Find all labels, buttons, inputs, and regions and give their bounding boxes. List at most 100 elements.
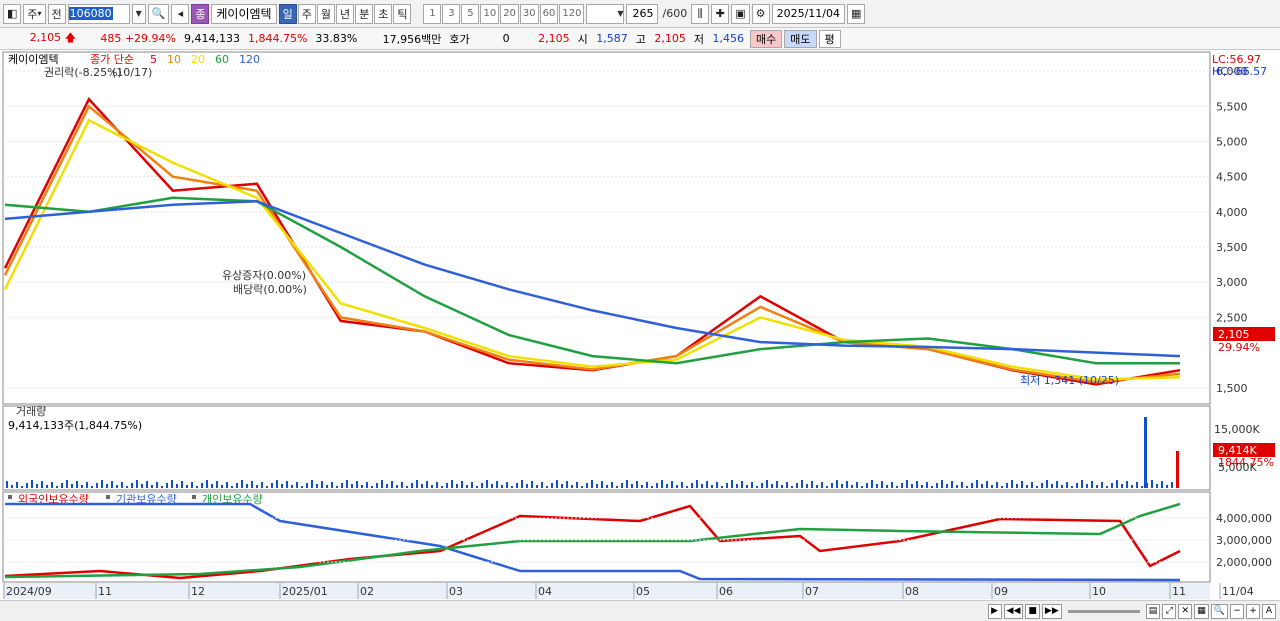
calendar-icon[interactable]: ▦ (847, 3, 866, 24)
font-icon[interactable]: A (1262, 603, 1276, 619)
volume-bar (1111, 483, 1113, 488)
tab-1[interactable]: 주 (297, 3, 316, 24)
volume-bar (671, 481, 673, 488)
volume-bar (1051, 484, 1053, 488)
volume-bar (176, 484, 178, 488)
crosshair-tool-icon[interactable]: ✕ (1178, 603, 1193, 619)
volume-bar (116, 485, 118, 488)
tab-0[interactable]: 일 (278, 3, 297, 24)
save-icon[interactable]: ▣ (731, 3, 750, 24)
volume-bar (511, 486, 513, 488)
plus-icon[interactable]: + (1246, 603, 1260, 619)
up-arrow-icon: 🡅 (64, 31, 76, 44)
volume-bar (136, 480, 138, 488)
interval-7[interactable]: 120 (559, 3, 585, 24)
volume-bar (121, 482, 123, 488)
volume-bar (676, 485, 678, 488)
stock-code-input[interactable]: 106080 (67, 3, 130, 24)
zoom-icon[interactable]: 🔍 (1210, 603, 1228, 619)
volume-bar (706, 481, 708, 488)
volume-bar (451, 480, 453, 488)
volume-bar (1016, 484, 1018, 488)
date-input[interactable]: 2025/11/04 (771, 3, 845, 24)
volume-bar (1131, 485, 1133, 488)
volume-bar (461, 481, 463, 488)
minus-icon[interactable]: − (1230, 603, 1244, 619)
volume-bar (771, 484, 773, 488)
volume-bar (61, 483, 63, 488)
interval-dropdown[interactable]: ▼ (586, 3, 625, 24)
volume-bar (576, 482, 578, 488)
holding-legend-marker (106, 495, 110, 499)
tab-6[interactable]: 틱 (393, 3, 412, 24)
window-icon[interactable]: ◧ (3, 3, 22, 24)
volume-bar (806, 484, 808, 488)
interval-3[interactable]: 10 (480, 3, 500, 24)
high-label: 고 (635, 32, 646, 46)
eval-button[interactable]: 평 (818, 29, 841, 48)
volume-bar (846, 481, 848, 488)
toolbar: ◧ 주 ▾ 전 106080 ▼ 🔍 ◂ 종 케이이엠텍 일주월년분초틱 1351… (0, 0, 1280, 28)
tab-4[interactable]: 분 (355, 3, 374, 24)
volume-bar (36, 484, 38, 488)
play-icon[interactable]: ▶ (987, 603, 1002, 619)
volume-bar (1036, 486, 1038, 488)
volume-bar (1081, 480, 1083, 488)
chart-area[interactable]: 6,000 5,500 5,000 4,500 4,000 3,500 3,000 2,500… (0, 51, 1280, 600)
expand-icon[interactable]: ⤢ (1162, 603, 1177, 619)
volume-bar (246, 484, 248, 488)
interval-1[interactable]: 3 (442, 3, 461, 24)
tab-2[interactable]: 월 (316, 3, 335, 24)
annotation-rights: 권리락(-8.25%) (44, 66, 122, 79)
gear-icon[interactable]: ⚙ (751, 3, 770, 24)
grid-icon[interactable]: ▦ (1194, 603, 1209, 619)
layout-icon[interactable]: ▤ (1145, 603, 1161, 619)
volume-bar (856, 482, 858, 488)
period-label: 주 (27, 7, 38, 21)
x-axis-label: 11/04 (1222, 585, 1254, 598)
interval-2[interactable]: 5 (461, 3, 480, 24)
buy-button[interactable]: 매수 (750, 29, 783, 48)
interval-5[interactable]: 30 (519, 3, 539, 24)
fast-forward-icon[interactable]: ▶▶ (1041, 603, 1062, 619)
interval-0[interactable]: 1 (423, 3, 442, 24)
price-axis-label: 5,500 (1216, 100, 1248, 113)
sell-button[interactable]: 매도 (784, 29, 817, 48)
volume-bar (546, 486, 548, 488)
volume-bar (631, 484, 633, 488)
count-input[interactable]: 265 (626, 3, 659, 24)
candle-icon[interactable]: ⫼ (691, 3, 710, 24)
volume-bar (686, 486, 688, 488)
volume-bar (71, 484, 73, 488)
tab-3[interactable]: 년 (335, 3, 355, 24)
ma-legend-5: 5 (150, 53, 157, 66)
period-tabs: 일주월년분초틱 (278, 3, 412, 24)
prev-button[interactable]: 전 (47, 3, 66, 24)
volume-bar (306, 483, 308, 488)
low-value: 1,456 (712, 32, 745, 45)
volume-bar (796, 483, 798, 488)
volume-bar (146, 481, 148, 488)
stop-icon[interactable]: ■ (1025, 603, 1040, 619)
volume-bar (531, 481, 533, 488)
volume-bar (1061, 485, 1063, 488)
tab-5[interactable]: 초 (374, 3, 393, 24)
volume-bar (81, 485, 83, 488)
speaker-icon[interactable]: ◂ (171, 3, 190, 24)
interval-4[interactable]: 20 (500, 3, 519, 24)
volume-bar (256, 485, 258, 488)
rewind-icon[interactable]: ◀◀ (1003, 603, 1024, 619)
volume-bar (851, 485, 853, 488)
volume-bar (606, 485, 608, 488)
price-chart[interactable]: 6,0005,5005,0004,5004,0003,5003,0002,500… (0, 51, 1280, 600)
volume-bar (206, 480, 208, 488)
volume-bar (1046, 480, 1048, 488)
scroll-slider[interactable] (1067, 609, 1140, 613)
interval-6[interactable]: 60 (539, 3, 559, 24)
volume-bar (471, 482, 473, 488)
search-icon[interactable]: 🔍 (147, 3, 170, 24)
period-select[interactable]: 주 ▾ (23, 3, 46, 24)
chevron-down-icon[interactable]: ▼ (131, 3, 146, 24)
volume-bar (336, 486, 338, 488)
crosshair-icon[interactable]: ✚ (711, 3, 730, 24)
